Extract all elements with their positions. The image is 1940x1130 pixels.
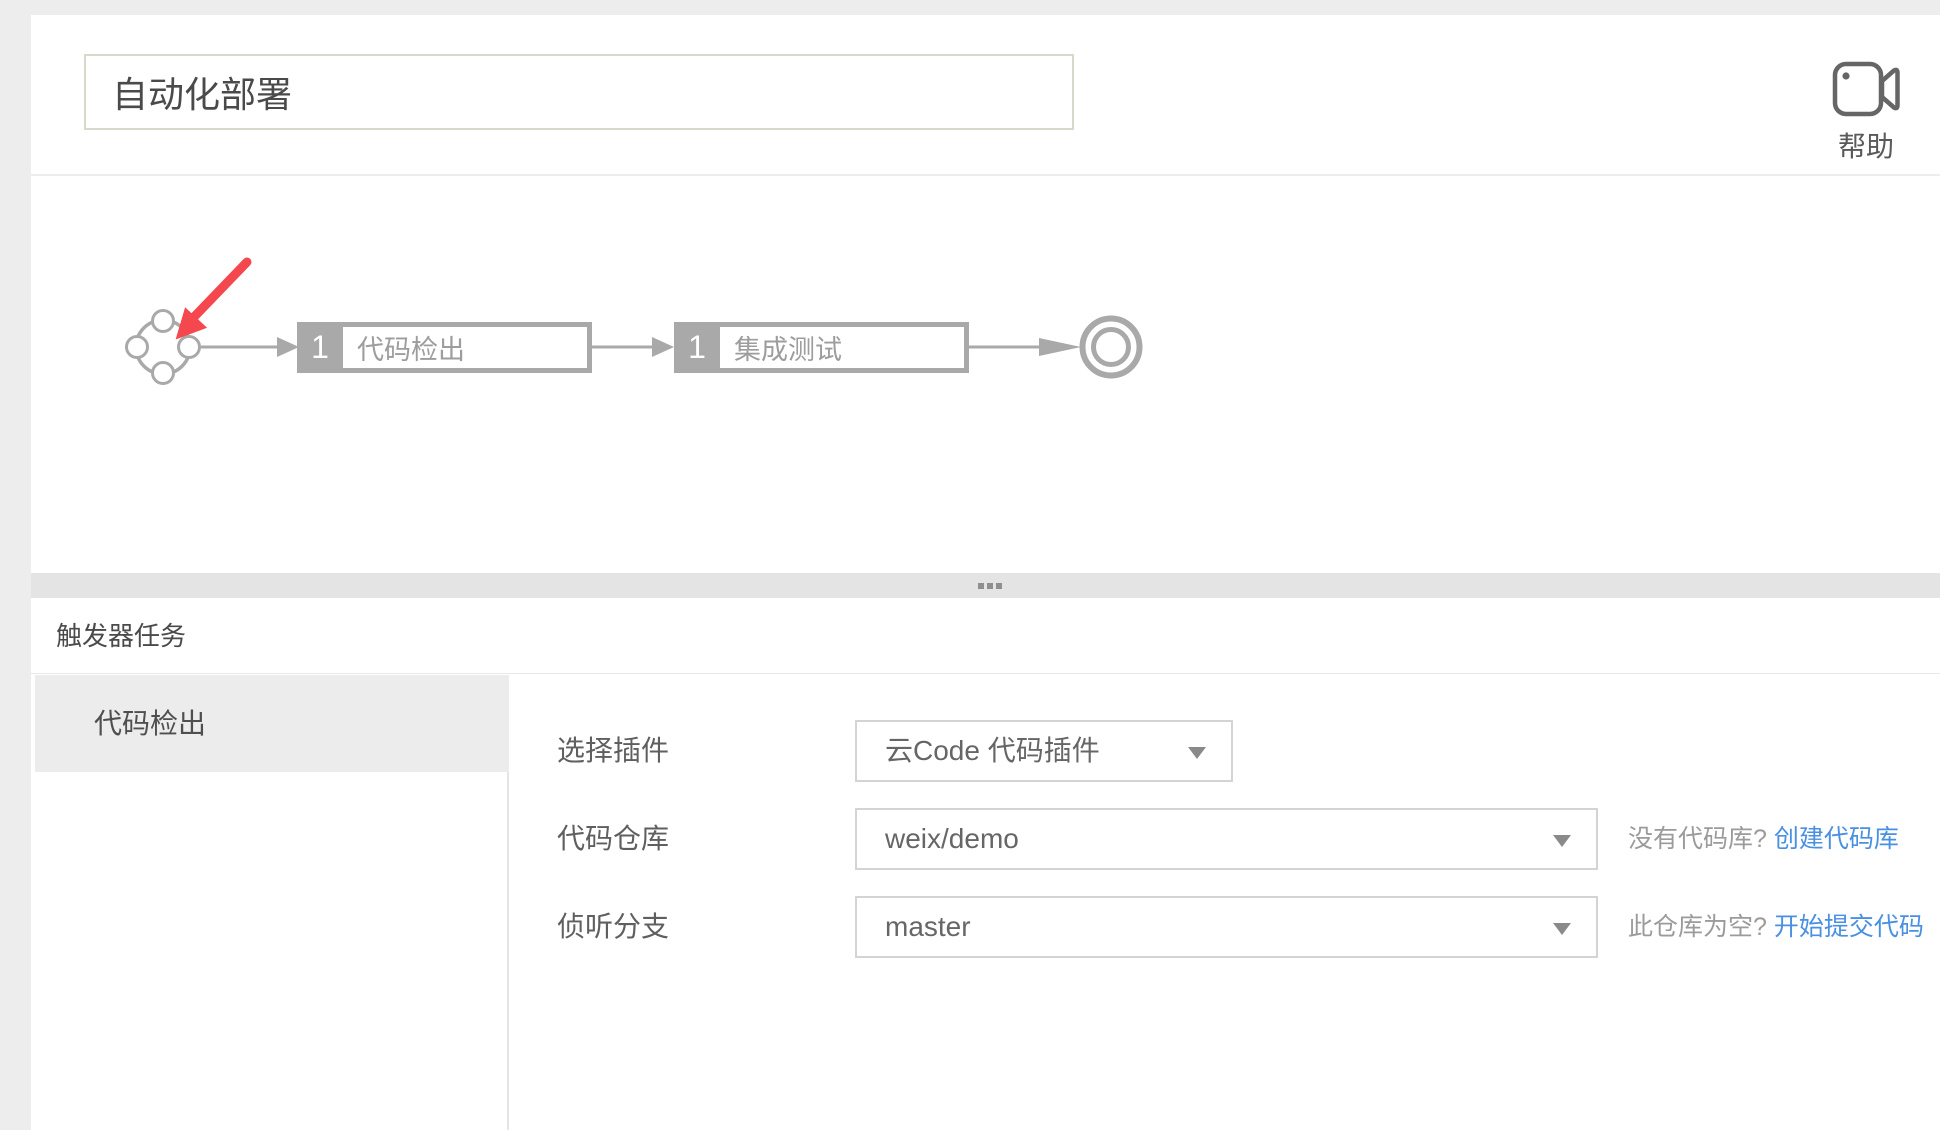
create-repository-link[interactable]: 创建代码库 — [1774, 825, 1899, 853]
chevron-down-icon — [1553, 835, 1571, 847]
repository-hint-text: 没有代码库? — [1628, 825, 1767, 853]
stage-label: 代码检出 — [343, 327, 587, 368]
pipeline-title-input[interactable] — [84, 54, 1074, 130]
plugin-select-value: 云Code 代码插件 — [885, 722, 1100, 780]
pipeline-canvas[interactable]: 1 代码检出 1 集成测试 — [31, 178, 1940, 573]
help-label: 帮助 — [1829, 125, 1903, 165]
stage-label: 集成测试 — [720, 327, 964, 368]
red-pointer-arrow — [165, 262, 247, 350]
repository-hint: 没有代码库? 创建代码库 — [1628, 808, 1899, 870]
drag-handle-icon[interactable] — [978, 583, 1002, 589]
sidebar-item-label: 代码检出 — [94, 675, 206, 772]
form-row-repository: 代码仓库 weix/demo 没有代码库? 创建代码库 — [511, 808, 1940, 870]
left-frame-strip — [0, 15, 31, 1130]
branch-label: 侦听分支 — [557, 896, 669, 958]
sidebar-item-code-checkout[interactable]: 代码检出 — [35, 675, 509, 772]
trigger-section-title: 触发器任务 — [56, 598, 186, 674]
repository-select[interactable]: weix/demo — [855, 808, 1598, 870]
start-commit-link[interactable]: 开始提交代码 — [1774, 913, 1924, 941]
plugin-label: 选择插件 — [557, 720, 669, 782]
branch-select-value: master — [885, 898, 971, 956]
stage-box-integration-test[interactable]: 1 集成测试 — [674, 322, 969, 373]
branch-select[interactable]: master — [855, 896, 1598, 958]
top-frame-strip — [0, 0, 1940, 15]
stage-badge: 1 — [674, 322, 720, 373]
header: 帮助 — [31, 15, 1940, 176]
form-row-plugin: 选择插件 云Code 代码插件 — [511, 720, 1940, 782]
help-button[interactable]: 帮助 — [1829, 60, 1903, 165]
video-camera-icon — [1831, 105, 1901, 122]
plugin-select[interactable]: 云Code 代码插件 — [855, 720, 1233, 782]
stage-badge: 1 — [297, 322, 343, 373]
task-sidebar: 代码检出 — [31, 675, 509, 1130]
branch-hint: 此仓库为空? 开始提交代码 — [1628, 896, 1924, 958]
task-config-form: 选择插件 云Code 代码插件 代码仓库 weix/demo 没有代码库? 创建… — [511, 675, 1940, 1130]
repository-select-value: weix/demo — [885, 810, 1019, 868]
end-node[interactable] — [1083, 319, 1140, 376]
form-row-branch: 侦听分支 master 此仓库为空? 开始提交代码 — [511, 896, 1940, 958]
repository-label: 代码仓库 — [557, 808, 669, 870]
chevron-down-icon — [1188, 747, 1206, 759]
chevron-down-icon — [1553, 923, 1571, 935]
branch-hint-text: 此仓库为空? — [1628, 913, 1767, 941]
stage-box-code-checkout[interactable]: 1 代码检出 — [297, 322, 592, 373]
panel-splitter[interactable] — [31, 573, 1940, 598]
trigger-section-header: 触发器任务 — [31, 598, 1940, 674]
